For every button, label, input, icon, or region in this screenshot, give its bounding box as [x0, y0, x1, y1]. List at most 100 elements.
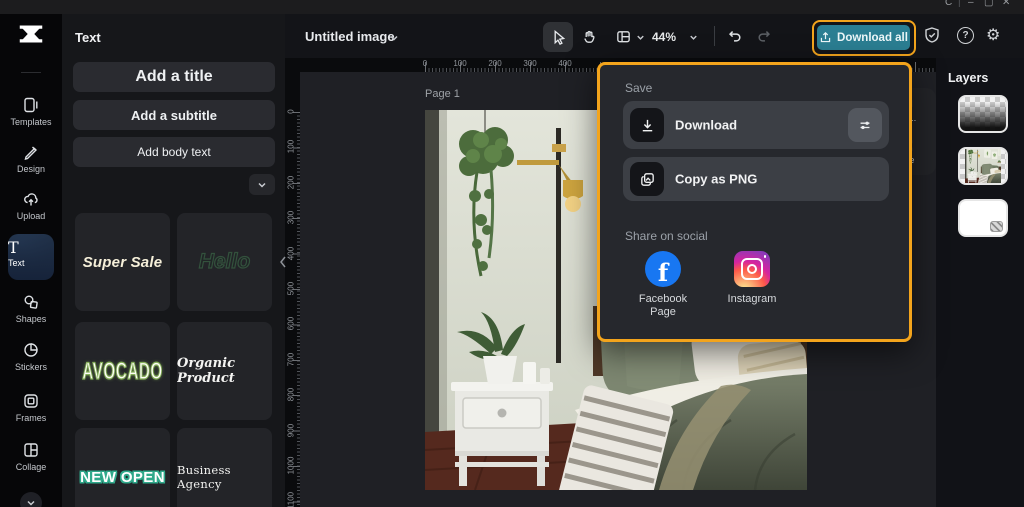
document-title[interactable]: Untitled image — [305, 29, 395, 44]
sidebar-item-frames[interactable]: Frames — [0, 392, 62, 423]
shield-check-icon[interactable] — [923, 26, 941, 44]
layer-thumbnail-background[interactable] — [958, 199, 1008, 237]
panel-title: Text — [75, 30, 101, 45]
download-icon — [639, 117, 656, 134]
text-preset-new-open[interactable]: NEW OPEN — [75, 428, 170, 507]
text-panel: Text Add a title Add a subtitle Add body… — [62, 14, 285, 507]
sidebar-more-button[interactable] — [20, 492, 42, 507]
h-ruler-label: 400 — [558, 59, 571, 68]
save-section-label: Save — [625, 81, 652, 95]
v-ruler-label: 800 — [287, 383, 296, 407]
v-ruler-label: 300 — [287, 206, 296, 230]
ruler-corner — [285, 58, 300, 72]
text-tool-icon: T — [8, 239, 54, 257]
text-preset-super-sale[interactable]: Super Sale — [75, 213, 170, 311]
sidebar-item-shapes[interactable]: Shapes — [0, 293, 62, 324]
bedroom-photo-thumb — [965, 148, 1001, 184]
maximize-icon[interactable]: ▢ — [984, 0, 993, 8]
shapes-icon — [22, 293, 40, 311]
v-ruler-label: 900 — [287, 419, 296, 443]
add-subtitle-button[interactable]: Add a subtitle — [73, 100, 275, 130]
rail-divider — [21, 72, 41, 73]
titlebar-divider: | — [958, 0, 961, 8]
undo-icon[interactable] — [726, 27, 743, 44]
redo-icon[interactable] — [756, 27, 773, 44]
h-ruler-label: 200 — [488, 59, 501, 68]
design-icon — [22, 143, 40, 161]
gradient-overlay — [960, 97, 1006, 131]
instagram-icon — [734, 251, 770, 287]
cursor-icon — [550, 29, 567, 46]
layers-panel: Layers — [936, 58, 1024, 507]
frames-icon — [22, 392, 40, 410]
refresh-icon[interactable]: C — [945, 0, 952, 8]
h-ruler-label: 0 — [423, 59, 427, 68]
collage-icon — [22, 441, 40, 459]
page-label: Page 1 — [425, 88, 460, 100]
toolbar-divider — [714, 26, 715, 46]
download-icon-tile — [630, 108, 664, 142]
select-tool-button[interactable] — [543, 22, 573, 52]
text-preset-hello[interactable]: Hello — [177, 213, 272, 311]
download-all-highlight: Download all — [812, 20, 916, 56]
upload-icon — [22, 190, 40, 208]
collapse-panel-icon[interactable] — [279, 255, 287, 269]
share-instagram-button[interactable]: Instagram — [717, 251, 787, 306]
capcut-editor-window: C | – ▢ ✕ Templates Design — [0, 0, 1024, 507]
sidebar-item-upload[interactable]: Upload — [0, 190, 62, 221]
sidebar-item-templates[interactable]: Templates — [0, 96, 62, 127]
sliders-icon — [857, 117, 873, 133]
v-ruler-label: 200 — [287, 171, 296, 195]
window-titlebar: C | – ▢ ✕ — [0, 0, 1024, 14]
sidebar-item-stickers[interactable]: Stickers — [0, 341, 62, 372]
chevron-down-icon[interactable] — [688, 32, 699, 43]
download-option[interactable]: Download — [623, 101, 889, 149]
v-ruler-label: 500 — [287, 277, 296, 301]
v-ruler-label: 0 — [287, 100, 296, 124]
chevron-down-icon[interactable] — [388, 32, 400, 44]
sidebar-rail: Templates Design Upload T Text Shapes — [0, 14, 62, 507]
layers-title: Layers — [948, 71, 988, 85]
sidebar-item-text[interactable]: T Text — [8, 234, 54, 280]
text-preset-organic-product[interactable]: Organic Product — [177, 322, 272, 420]
save-popup: Save Download — [597, 62, 912, 342]
minimize-icon[interactable]: – — [968, 0, 974, 8]
copy-icon-tile — [630, 162, 664, 196]
hand-tool-icon[interactable] — [581, 28, 598, 45]
copy-image-icon — [639, 171, 656, 188]
zoom-level[interactable]: 44% — [652, 30, 676, 44]
facebook-icon: f — [645, 251, 681, 287]
v-ruler-label: 1000 — [287, 454, 296, 478]
help-icon[interactable]: ? — [957, 27, 974, 44]
share-section-label: Share on social — [625, 229, 708, 243]
sidebar-item-design[interactable]: Design — [0, 143, 62, 174]
templates-icon — [22, 96, 40, 114]
layer-thumbnail-gradient[interactable] — [958, 95, 1008, 133]
layout-icon[interactable] — [615, 28, 632, 45]
copy-as-png-option[interactable]: Copy as PNG — [623, 157, 889, 201]
expand-presets-button[interactable] — [249, 174, 275, 195]
chevron-down-icon — [25, 497, 37, 507]
settings-icon[interactable]: ⚙ — [986, 25, 1000, 45]
v-ruler-label: 400 — [287, 242, 296, 266]
share-facebook-button[interactable]: f Facebook Page — [625, 251, 701, 319]
editor-topbar: Untitled image 44% — [285, 14, 1024, 58]
v-ruler-label: 600 — [287, 312, 296, 336]
layer-thumbnail-photo[interactable] — [958, 147, 1008, 185]
text-preset-business-agency[interactable]: Business Agency — [177, 428, 272, 507]
text-preset-avocado[interactable]: AVOCADO — [75, 322, 170, 420]
pattern-badge-icon — [990, 221, 1003, 232]
h-ruler-label: 300 — [523, 59, 536, 68]
download-settings-button[interactable] — [848, 108, 882, 142]
capcut-logo-icon — [16, 22, 46, 46]
sidebar-item-collage[interactable]: Collage — [0, 441, 62, 472]
add-body-text-button[interactable]: Add body text — [73, 137, 275, 167]
v-ruler-label: 100 — [287, 135, 296, 159]
download-all-button[interactable]: Download all — [817, 25, 910, 50]
h-ruler-label: 100 — [453, 59, 466, 68]
add-title-button[interactable]: Add a title — [73, 62, 275, 92]
chevron-down-icon — [256, 179, 268, 191]
close-icon[interactable]: ✕ — [1002, 0, 1010, 8]
v-ruler-label: 1100 — [287, 489, 296, 507]
chevron-down-icon[interactable] — [635, 32, 646, 43]
